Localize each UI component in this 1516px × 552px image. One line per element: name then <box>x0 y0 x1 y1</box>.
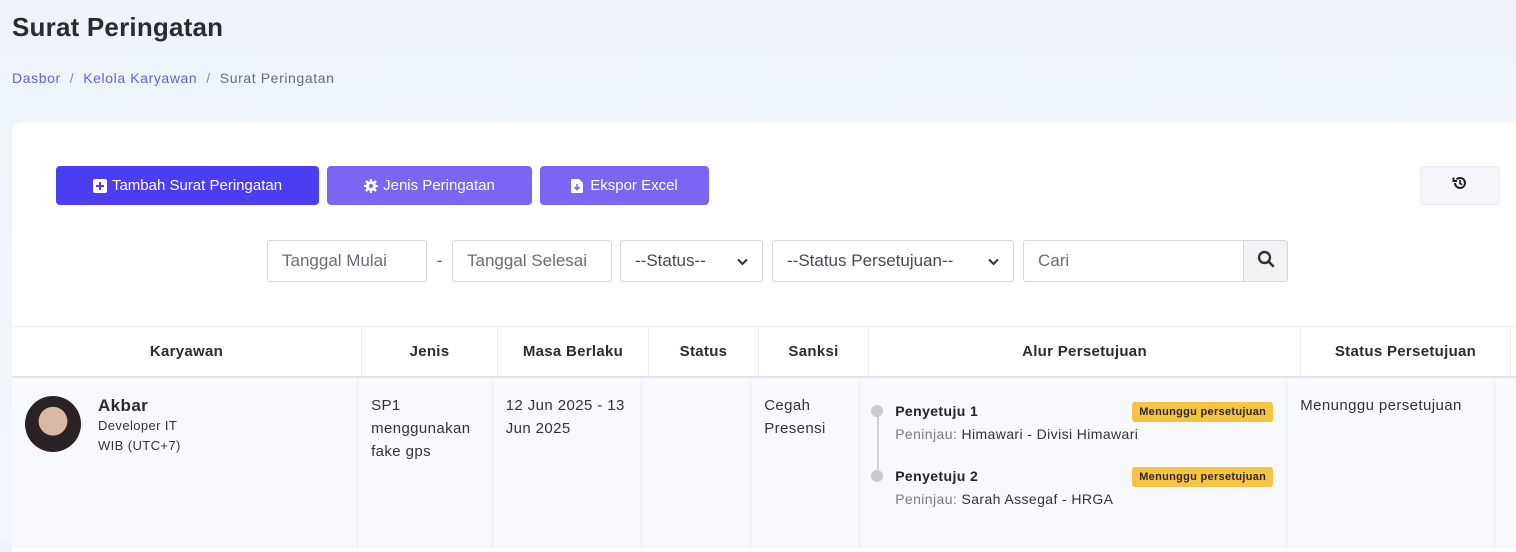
employee-position: Developer IT <box>98 418 178 433</box>
avatar <box>25 396 81 452</box>
employee-name: Akbar <box>98 396 149 415</box>
warning-letters-table: Karyawan Jenis Masa Berlaku Status Sanks… <box>12 326 1516 548</box>
file-download-icon <box>571 178 585 193</box>
cell-validity: 12 Jun 2025 - 13 Jun 2025 <box>493 378 643 548</box>
timeline-dot <box>871 470 884 482</box>
cell-approval-flow: Penyetuju 1 Menunggu persetujuan Peninja… <box>860 378 1288 548</box>
warning-types-label: Jenis Peringatan <box>383 177 495 194</box>
search-icon <box>1257 250 1275 273</box>
reviewer-line: Peninjau: Himawari - Divisi Himawari <box>895 423 1273 446</box>
employee-timezone: WIB (UTC+7) <box>98 438 181 453</box>
column-header-extra <box>1511 327 1516 376</box>
breadcrumb-item-dasbor[interactable]: Dasbor <box>12 70 61 86</box>
search-group: Cari <box>1023 240 1288 282</box>
approval-status-select[interactable]: --Status Persetujuan-- <box>772 240 1014 282</box>
search-button[interactable] <box>1243 240 1288 282</box>
approval-timeline: Penyetuju 1 Menunggu persetujuan Peninja… <box>871 394 1274 511</box>
cell-extra <box>1495 378 1516 548</box>
status-badge: Menunggu persetujuan <box>1132 401 1274 422</box>
cell-approval-status: Menunggu persetujuan <box>1287 378 1495 548</box>
page-header: Surat Peringatan <box>12 12 223 43</box>
approver-title: Penyetuju 2 <box>895 468 979 484</box>
date-range-separator: - <box>436 251 443 270</box>
chevron-down-icon <box>988 251 999 271</box>
column-header-status-persetujuan: Status Persetujuan <box>1301 327 1511 376</box>
toolbar: Tambah Surat Peringatan Jenis Peringatan… <box>56 166 709 205</box>
column-header-sanksi: Sanksi <box>759 327 869 376</box>
export-excel-label: Ekspor Excel <box>590 177 678 194</box>
breadcrumb-item-kelola-karyawan[interactable]: Kelola Karyawan <box>83 70 197 86</box>
approval-step: Penyetuju 2 Menunggu persetujuan Peninja… <box>871 465 1274 511</box>
reviewer-name: Himawari - Divisi Himawari <box>961 426 1139 442</box>
cell-type: SP1 menggunakan fake gps <box>358 378 493 548</box>
approval-step: Penyetuju 1 Menunggu persetujuan Peninja… <box>871 400 1274 446</box>
filter-bar: Tanggal Mulai - Tanggal Selesai --Status… <box>267 240 1288 282</box>
column-header-status: Status <box>649 327 759 376</box>
breadcrumb-separator: / <box>69 70 75 86</box>
table-row[interactable]: Akbar Developer IT WIB (UTC+7) SP1 mengg… <box>12 378 1516 548</box>
column-header-karyawan: Karyawan <box>12 327 362 376</box>
approval-status-select-value: --Status Persetujuan-- <box>787 251 954 270</box>
column-header-alur-persetujuan: Alur Persetujuan <box>869 327 1301 376</box>
cell-employee: Akbar Developer IT WIB (UTC+7) <box>12 378 359 548</box>
timeline-dot <box>871 405 884 417</box>
timeline-line <box>877 410 880 477</box>
approver-title: Penyetuju 1 <box>895 403 979 419</box>
page-title: Surat Peringatan <box>12 12 224 42</box>
column-header-jenis: Jenis <box>362 327 498 376</box>
column-header-masa-berlaku: Masa Berlaku <box>498 327 649 376</box>
breadcrumb-item-current: Surat Peringatan <box>219 70 335 86</box>
add-warning-letter-button[interactable]: Tambah Surat Peringatan <box>56 166 319 205</box>
chevron-down-icon <box>737 251 748 271</box>
plus-square-icon <box>92 178 107 193</box>
add-warning-letter-label: Tambah Surat Peringatan <box>111 177 283 194</box>
history-icon <box>1452 175 1468 196</box>
warning-types-button[interactable]: Jenis Peringatan <box>327 166 532 205</box>
breadcrumb-separator: / <box>206 70 211 86</box>
main-card: Tambah Surat Peringatan Jenis Peringatan… <box>12 122 1516 552</box>
reviewer-label: Peninjau: <box>895 426 958 442</box>
search-input[interactable]: Cari <box>1023 240 1243 282</box>
gear-icon <box>364 178 379 193</box>
status-badge: Menunggu persetujuan <box>1132 466 1274 487</box>
end-date-input[interactable]: Tanggal Selesai <box>452 240 612 282</box>
reviewer-line: Peninjau: Sarah Assegaf - HRGA <box>895 488 1273 511</box>
table-body: Akbar Developer IT WIB (UTC+7) SP1 mengg… <box>12 378 1516 548</box>
table-header: Karyawan Jenis Masa Berlaku Status Sanks… <box>12 326 1516 378</box>
cell-sanction: Cegah Presensi <box>751 378 861 548</box>
status-select[interactable]: --Status-- <box>620 240 763 282</box>
history-button[interactable] <box>1420 166 1500 205</box>
start-date-input[interactable]: Tanggal Mulai <box>267 240 427 282</box>
employee-info: Akbar Developer IT WIB (UTC+7) <box>25 394 344 456</box>
cell-status <box>642 378 752 548</box>
status-select-value: --Status-- <box>635 251 706 270</box>
export-excel-button[interactable]: Ekspor Excel <box>540 166 709 205</box>
breadcrumb: Dasbor / Kelola Karyawan / Surat Peringa… <box>12 70 334 86</box>
reviewer-label: Peninjau: <box>895 491 958 507</box>
reviewer-name: Sarah Assegaf - HRGA <box>961 491 1114 507</box>
